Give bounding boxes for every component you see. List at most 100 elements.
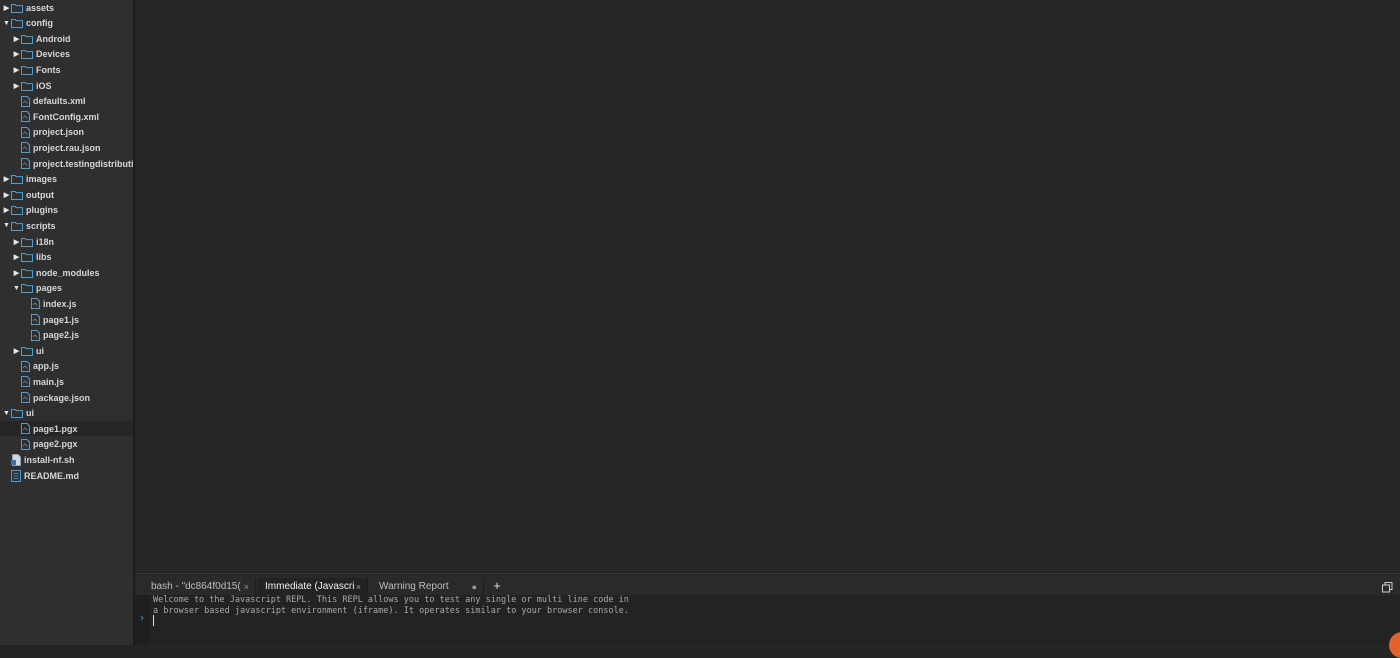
- folder-icon: [21, 237, 33, 247]
- triangle-right-icon[interactable]: ▶: [2, 4, 11, 12]
- tree-item-label: iOS: [36, 80, 52, 91]
- tree-item-label: libs: [36, 252, 52, 263]
- tree-item-label: app.js: [33, 361, 60, 372]
- file-icon: [21, 95, 30, 107]
- tree-folder-pages[interactable]: ▼ pages: [0, 281, 133, 296]
- tree-item-label: page1.js: [43, 314, 80, 325]
- tree-file-app-js[interactable]: app.js: [0, 359, 133, 374]
- folder-icon: [11, 3, 23, 13]
- tree-item-label: Android: [36, 33, 71, 44]
- tree-file-page1-pgx[interactable]: page1.pgx: [0, 421, 133, 437]
- folder-icon: [11, 190, 23, 200]
- triangle-right-icon[interactable]: ▶: [12, 269, 21, 277]
- triangle-right-icon[interactable]: ▶: [12, 50, 21, 58]
- tree-folder-ui[interactable]: ▶ ui: [0, 343, 133, 358]
- editor-area[interactable]: [135, 0, 1400, 573]
- maximize-icon[interactable]: [1382, 580, 1393, 593]
- tree-file-project-testingdistribution-json[interactable]: project.testingdistribution.json: [0, 156, 133, 171]
- folder-icon: [21, 34, 33, 44]
- tree-file-page2-js[interactable]: page2.js: [0, 328, 133, 343]
- tab-label: Immediate (Javascri: [265, 581, 355, 592]
- tree-folder-node-modules[interactable]: ▶ node_modules: [0, 265, 133, 280]
- close-icon[interactable]: ×: [244, 582, 249, 592]
- tab-warning-report[interactable]: Warning Report ●: [371, 578, 484, 595]
- tree-item-label: page2.pgx: [33, 439, 78, 450]
- tab-bash-terminal[interactable]: bash - "dc864f0d15( ×: [143, 578, 256, 595]
- tree-folder-devices[interactable]: ▶ Devices: [0, 47, 133, 62]
- tree-file-project-json[interactable]: project.json: [0, 125, 133, 140]
- console-line: a browser based javascript environment (…: [153, 606, 629, 616]
- triangle-right-icon[interactable]: ▶: [2, 191, 11, 199]
- file-icon: [21, 142, 30, 154]
- triangle-right-icon[interactable]: ▶: [12, 347, 21, 355]
- tree-folder-config[interactable]: ▼ config: [0, 16, 128, 31]
- tab-label: bash - "dc864f0d15(: [151, 581, 241, 592]
- triangle-right-icon[interactable]: ▶: [12, 82, 21, 90]
- folder-icon: [21, 49, 33, 60]
- unsaved-dot-icon[interactable]: ●: [472, 582, 477, 592]
- tree-folder-i18n[interactable]: ▶ i18n: [0, 234, 133, 249]
- file-icon: [31, 329, 40, 341]
- console-line: Welcome to the Javascript REPL. This REP…: [153, 595, 629, 605]
- folder-icon: [11, 205, 23, 216]
- tree-folder-plugins[interactable]: ▶ plugins: [0, 203, 128, 218]
- triangle-down-icon[interactable]: ▼: [2, 222, 11, 229]
- tree-item-label: project.testingdistribution.json: [33, 158, 133, 169]
- triangle-down-icon[interactable]: ▼: [2, 20, 11, 27]
- tab-label: Warning Report: [379, 581, 449, 592]
- tree-file-readme-md[interactable]: README.md: [0, 468, 128, 483]
- new-tab-button[interactable]: +: [489, 579, 505, 594]
- file-icon: [21, 126, 30, 138]
- file-icon: [21, 111, 30, 123]
- tree-file-index-js[interactable]: index.js: [0, 296, 133, 311]
- tree-item-label: project.rau.json: [33, 142, 101, 153]
- console-input-cursor[interactable]: [153, 615, 154, 626]
- tree-item-label: ui: [26, 408, 34, 419]
- tree-file-page2-pgx[interactable]: page2.pgx: [0, 437, 133, 452]
- file-icon: [31, 298, 40, 310]
- triangle-right-icon[interactable]: ▶: [2, 206, 11, 214]
- folder-icon: [21, 252, 33, 263]
- tree-folder-fonts[interactable]: ▶ Fonts: [0, 62, 133, 77]
- triangle-right-icon[interactable]: ▶: [12, 35, 21, 43]
- tree-file-package-json[interactable]: package.json: [0, 390, 133, 405]
- folder-icon: [21, 283, 33, 294]
- triangle-right-icon[interactable]: ▶: [2, 175, 11, 183]
- tree-folder-android[interactable]: ▶ Android: [0, 31, 133, 46]
- tree-folder-assets[interactable]: ▶ assets: [0, 0, 128, 15]
- tree-file-defaults-xml[interactable]: defaults.xml: [0, 94, 133, 109]
- tree-folder-scripts[interactable]: ▼ scripts: [0, 218, 128, 233]
- tree-item-label: pages: [36, 283, 63, 294]
- tree-file-install-nf-sh[interactable]: install-nf.sh: [0, 452, 128, 467]
- file-icon: [21, 392, 30, 403]
- triangle-right-icon[interactable]: ▶: [12, 238, 21, 246]
- tree-item-label: images: [26, 174, 58, 185]
- tree-folder-ui[interactable]: ▼ ui: [0, 406, 128, 421]
- tree-item-label: install-nf.sh: [24, 454, 75, 465]
- close-icon[interactable]: ×: [356, 582, 361, 592]
- tree-folder-ios[interactable]: ▶ iOS: [0, 78, 133, 93]
- tree-item-label: config: [26, 18, 53, 29]
- tree-item-label: assets: [26, 2, 55, 13]
- panel-divider[interactable]: [135, 573, 1400, 574]
- triangle-right-icon[interactable]: ▶: [12, 253, 21, 261]
- shell-script-icon: [11, 453, 21, 466]
- triangle-right-icon[interactable]: ▶: [12, 66, 21, 74]
- tree-folder-images[interactable]: ▶ images: [0, 172, 128, 187]
- tree-folder-libs[interactable]: ▶ libs: [0, 250, 133, 265]
- triangle-down-icon[interactable]: ▼: [2, 410, 11, 417]
- triangle-down-icon[interactable]: ▼: [12, 285, 21, 292]
- tree-item-label: Fonts: [36, 64, 61, 75]
- folder-icon: [21, 65, 33, 75]
- tree-folder-output[interactable]: ▶ output: [0, 187, 128, 202]
- tab-immediate-javascript[interactable]: Immediate (Javascri ×: [257, 578, 368, 595]
- tree-item-label: Devices: [36, 49, 71, 60]
- document-icon: [11, 469, 21, 482]
- tree-item-label: output: [26, 189, 54, 200]
- folder-icon: [21, 346, 33, 356]
- tree-file-main-js[interactable]: main.js: [0, 374, 133, 389]
- file-icon: [21, 376, 30, 388]
- tree-file-fontconfig-xml[interactable]: FontConfig.xml: [0, 109, 133, 124]
- tree-file-project-rau-json[interactable]: project.rau.json: [0, 140, 133, 155]
- tree-file-page1-js[interactable]: page1.js: [0, 312, 133, 327]
